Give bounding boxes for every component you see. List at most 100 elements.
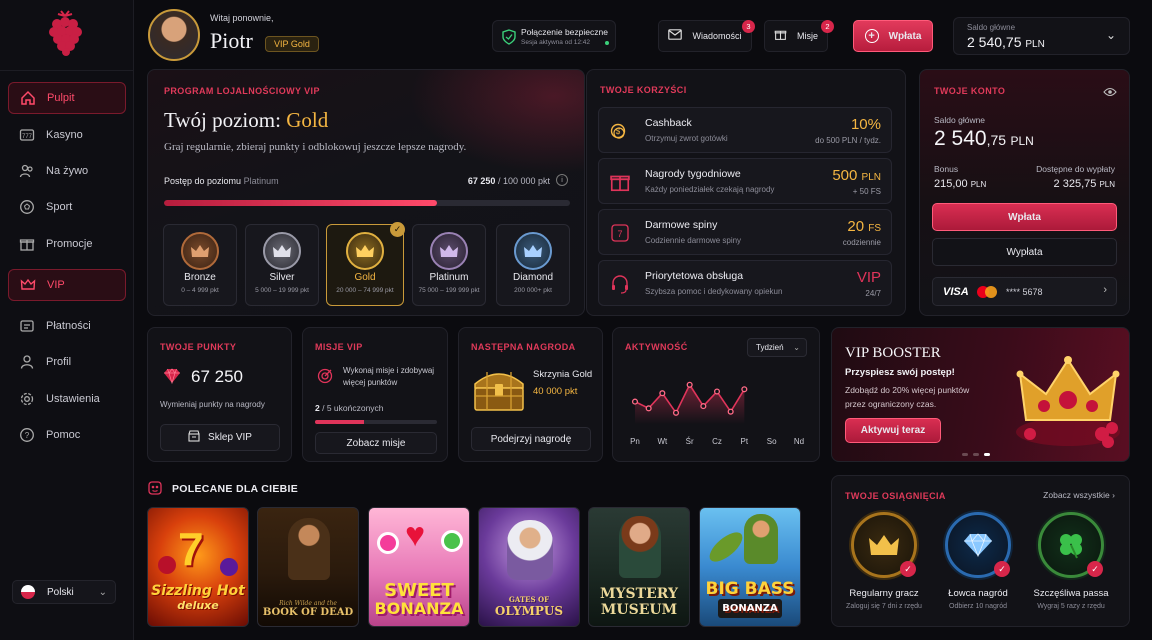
achievement-name: Szczęśliwa passa [1033,588,1109,599]
booster-title: VIP BOOSTER [845,345,941,361]
game-tile-sweet-bonanza[interactable]: ♥ SWEET BONANZA [368,507,470,627]
period-select[interactable]: Tydzień ⌄ [747,338,807,357]
tier-range: 0 – 4 999 pkt [181,287,219,294]
carousel-dots[interactable] [962,453,990,456]
sidebar-item-sport[interactable]: Sport [8,191,126,223]
benefit-cashback: $ Cashback Otrzymuj zwrot gotówki 10% do… [598,107,892,153]
check-icon: ✓ [994,561,1010,577]
heart-candy-icon: ♥ [405,516,426,554]
vip-shop-label: Sklep VIP [208,432,252,443]
day-tick-label: Wt [657,437,668,446]
section-label: AKTYWNOŚĆ [625,342,688,352]
achievement-reward-hunter[interactable]: ✓ Łowca nagród Odbierz 10 nagród [937,512,1019,610]
sidebar-item-ustawienia[interactable]: Ustawienia [8,383,126,415]
cherry-icon [158,556,176,574]
preview-reward-button[interactable]: Podejrzyj nagrodę [471,427,591,451]
activity-point[interactable] [672,409,680,416]
shop-icon [188,430,200,445]
eye-icon[interactable] [1103,84,1117,102]
chevron-down-icon: ⌄ [793,343,800,352]
missions-button[interactable]: Misje [764,20,828,52]
activate-booster-button[interactable]: Aktywuj teraz [845,418,941,443]
points-value: 67 250 [191,367,243,386]
activity-point[interactable] [700,403,707,410]
game-tile-book-of-dead[interactable]: Rich Wilde and the BOOK OF DEAD [257,507,359,627]
section-label: TWOJE KORZYŚCI [600,85,687,95]
tier-diamond[interactable]: Diamond 200 000+ pkt [496,224,570,306]
carousel-dot[interactable] [973,453,979,456]
activity-point[interactable] [713,388,721,395]
messages-count-badge: 3 [742,20,755,33]
activity-point[interactable] [645,405,652,412]
welcome-text: Witaj ponownie, [210,13,274,23]
activity-point[interactable] [686,381,693,388]
balance-dropdown[interactable]: Saldo główne 2 540,75 PLN ⌄ [953,17,1130,55]
sidebar-item-na-zywo[interactable]: Na żywo [8,155,126,187]
achievement-regular-player[interactable]: ✓ Regularny gracz Zaloguj się 7 dni z rz… [843,512,925,610]
achievement-lucky-streak[interactable]: ✓ Szczęśliwa passa Wygraj 5 razy z rzędu [1030,512,1112,610]
game-tile-big-bass-bonanza[interactable]: BIG BASSBONANZA [699,507,801,627]
tier-name: Bronze [184,272,216,283]
booster-subtitle: Przyspiesz swój postęp! [845,367,955,378]
game-tile-gates-of-olympus[interactable]: GATES OF OLYMPUS [478,507,580,627]
check-icon: ✓ [900,561,916,577]
activity-point[interactable] [659,390,666,397]
language-select[interactable]: Polski ⌄ [12,580,116,604]
payment-card-row[interactable]: VISA **** 5678 › [932,277,1117,306]
progress-label: Postęp do poziomu Platinum [164,176,279,186]
see-all-link[interactable]: Zobacz wszystkie › [1043,490,1115,500]
missions-card: MISJE VIP Wykonaj misje i zdobywaj więce… [302,327,448,462]
game-tile-sizzling-hot[interactable]: 7 Sizzling Hot deluxe [147,507,249,627]
tier-range: 200 000+ pkt [514,287,552,294]
activity-point[interactable] [727,408,734,415]
missions-label: Misje [796,31,818,41]
tier-silver[interactable]: Silver 5 000 – 19 999 pkt [245,224,319,306]
messages-label: Wiadomości [692,31,742,41]
activity-point[interactable] [631,398,639,405]
account-deposit-button[interactable]: Wpłata [932,203,1117,231]
slot-machine-icon: 777 [18,126,36,144]
game-tile-mystery-museum[interactable]: MYSTERY MUSEUM [588,507,690,627]
tier-platinum[interactable]: Platinum 75 000 – 199 999 pkt [412,224,486,306]
messages-button[interactable]: Wiadomości [658,20,752,52]
sidebar-item-promocje[interactable]: Promocje [8,228,126,260]
tier-range: 5 000 – 19 999 pkt [255,287,309,294]
activity-card: AKTYWNOŚĆ Tydzień ⌄ Pn Wt Śr Cz Pt So Nd [612,327,820,462]
tier-name: Gold [354,272,376,283]
raspberry-logo[interactable] [44,10,86,56]
info-icon[interactable]: i [556,174,568,186]
sidebar-item-pulpit[interactable]: Pulpit [8,82,126,114]
tier-gold[interactable]: Gold 20 000 – 74 999 pkt [326,224,404,306]
sidebar-item-pomoc[interactable]: ? Pomoc [8,419,126,451]
level-title: Twój poziom: Gold [164,108,329,132]
users-icon [18,162,36,180]
avatar[interactable] [148,9,200,61]
platinum-crown-icon [430,232,468,270]
day-tick-label: Pt [741,437,749,446]
tier-bronze[interactable]: Bronze 0 – 4 999 pkt [163,224,237,306]
vip-shop-button[interactable]: Sklep VIP [160,424,280,451]
benefit-title: Nagrody tygodniowe [645,168,741,180]
carousel-dot[interactable] [962,453,968,456]
benefit-title: Cashback [645,117,692,129]
crown-icon [19,276,37,294]
activity-point[interactable] [741,386,748,393]
deposit-button[interactable]: + Wpłata [853,20,933,52]
sidebar-item-vip[interactable]: VIP [8,269,126,301]
sidebar-item-platnosci[interactable]: Płatności [8,310,126,342]
missions-progress-bar [315,420,437,424]
target-icon [317,368,333,389]
gift-icon [774,28,787,44]
view-missions-button[interactable]: Zobacz misje [315,432,437,454]
account-withdraw-button[interactable]: Wypłata [932,238,1117,266]
sidebar: Pulpit 777 Kasyno Na żywo Sport Promocje… [0,0,134,640]
tier-name: Diamond [512,272,554,283]
carousel-dot-active[interactable] [984,453,990,456]
sidebar-item-label: Płatności [46,320,91,332]
sidebar-item-kasyno[interactable]: 777 Kasyno [8,119,126,151]
chevron-right-icon: › [1112,490,1115,500]
sidebar-item-profil[interactable]: Profil [8,346,126,378]
secure-sub: Sesja aktywna od 12:42 [521,39,591,46]
activity-chart: Pn Wt Śr Cz Pt So Nd [630,381,804,446]
benefit-title: Darmowe spiny [645,219,718,231]
